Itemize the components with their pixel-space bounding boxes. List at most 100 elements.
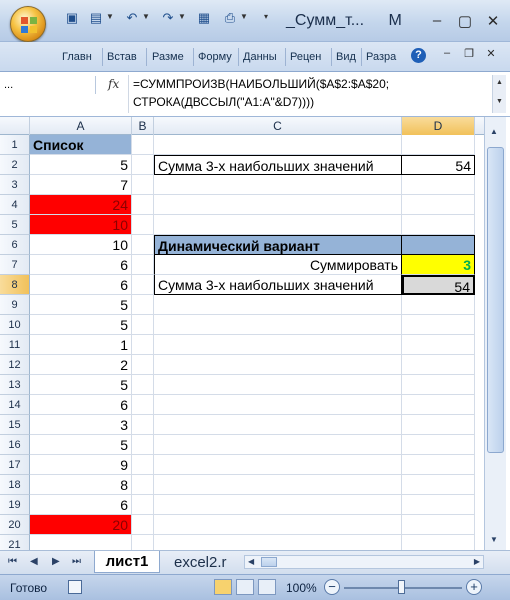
- cell-b13[interactable]: [132, 375, 154, 395]
- cell-d6[interactable]: [402, 235, 475, 255]
- chevron-down-icon[interactable]: ▼: [142, 12, 150, 21]
- row-header[interactable]: 4: [0, 195, 30, 215]
- cell-c21[interactable]: [154, 535, 402, 550]
- cell-d10[interactable]: [402, 315, 475, 335]
- cell-d1[interactable]: [402, 135, 475, 155]
- cell-d19[interactable]: [402, 495, 475, 515]
- cell-d12[interactable]: [402, 355, 475, 375]
- cell-d5[interactable]: [402, 215, 475, 235]
- cell-d2[interactable]: 54: [402, 155, 475, 175]
- quick-print-icon[interactable]: ▤: [88, 10, 104, 26]
- save-icon[interactable]: ▣: [64, 10, 80, 26]
- row-header[interactable]: 11: [0, 335, 30, 355]
- row-header[interactable]: 17: [0, 455, 30, 475]
- chevron-down-icon[interactable]: ▼: [490, 535, 498, 544]
- row-header[interactable]: 6: [0, 235, 30, 255]
- cell-c4[interactable]: [154, 195, 402, 215]
- first-sheet-icon[interactable]: ⏮: [8, 556, 17, 567]
- cell-a19[interactable]: 6: [30, 495, 132, 515]
- cell-b1[interactable]: [132, 135, 154, 155]
- cell-d7[interactable]: 3: [402, 255, 475, 275]
- cell-b17[interactable]: [132, 455, 154, 475]
- cell-b20[interactable]: [132, 515, 154, 535]
- row-header[interactable]: 2: [0, 155, 30, 175]
- cell-a15[interactable]: 3: [30, 415, 132, 435]
- page-layout-view-button[interactable]: [236, 579, 254, 595]
- cell-a13[interactable]: 5: [30, 375, 132, 395]
- cell-a17[interactable]: 9: [30, 455, 132, 475]
- cell-c15[interactable]: [154, 415, 402, 435]
- cell-b6[interactable]: [132, 235, 154, 255]
- cell-d14[interactable]: [402, 395, 475, 415]
- normal-view-button[interactable]: [214, 579, 232, 595]
- tab-developer[interactable]: Разра: [366, 51, 402, 65]
- cell-c17[interactable]: [154, 455, 402, 475]
- vertical-scrollbar[interactable]: ▲ ▼: [484, 117, 506, 550]
- macro-record-icon[interactable]: [68, 580, 82, 594]
- cell-b9[interactable]: [132, 295, 154, 315]
- tab-formulas[interactable]: Форму: [198, 51, 234, 65]
- chevron-left-icon[interactable]: ◀: [248, 557, 254, 566]
- cell-b19[interactable]: [132, 495, 154, 515]
- formula-bar-scroll[interactable]: ▲ ▼: [492, 75, 506, 113]
- cell-a12[interactable]: 2: [30, 355, 132, 375]
- row-header[interactable]: 16: [0, 435, 30, 455]
- cell-c3[interactable]: [154, 175, 402, 195]
- chevron-down-icon[interactable]: ▼: [493, 98, 506, 105]
- chevron-down-icon[interactable]: ▼: [106, 12, 114, 21]
- cell-b18[interactable]: [132, 475, 154, 495]
- cell-b21[interactable]: [132, 535, 154, 550]
- cell-d17[interactable]: [402, 455, 475, 475]
- zoom-out-button[interactable]: −: [324, 579, 340, 595]
- cell-d4[interactable]: [402, 195, 475, 215]
- cell-d18[interactable]: [402, 475, 475, 495]
- row-header[interactable]: 13: [0, 375, 30, 395]
- cell-c18[interactable]: [154, 475, 402, 495]
- undo-icon[interactable]: ↶: [124, 10, 140, 26]
- chevron-up-icon[interactable]: ▲: [490, 127, 498, 136]
- cell-a9[interactable]: 5: [30, 295, 132, 315]
- row-header[interactable]: 18: [0, 475, 30, 495]
- cell-d11[interactable]: [402, 335, 475, 355]
- cell-c1[interactable]: [154, 135, 402, 155]
- cell-a21[interactable]: [30, 535, 132, 550]
- cell-c16[interactable]: [154, 435, 402, 455]
- minimize-workbook-button[interactable]: –: [440, 47, 454, 59]
- column-header-d[interactable]: D: [402, 117, 475, 135]
- row-header[interactable]: 21: [0, 535, 30, 550]
- cell-c13[interactable]: [154, 375, 402, 395]
- zoom-in-button[interactable]: +: [466, 579, 482, 595]
- row-header[interactable]: 7: [0, 255, 30, 275]
- tab-page-layout[interactable]: Разме: [152, 51, 188, 65]
- row-header[interactable]: 5: [0, 215, 30, 235]
- chevron-up-icon[interactable]: ▲: [493, 79, 506, 86]
- redo-icon[interactable]: ↷: [160, 10, 176, 26]
- row-header[interactable]: 15: [0, 415, 30, 435]
- cell-b12[interactable]: [132, 355, 154, 375]
- cell-a11[interactable]: 1: [30, 335, 132, 355]
- chevron-right-icon[interactable]: ▶: [474, 557, 480, 566]
- next-sheet-icon[interactable]: ▶: [52, 556, 60, 567]
- row-header[interactable]: 14: [0, 395, 30, 415]
- customize-toolbar-icon[interactable]: ▾: [264, 12, 268, 21]
- cell-d16[interactable]: [402, 435, 475, 455]
- scrollbar-thumb[interactable]: [487, 147, 504, 453]
- cell-b2[interactable]: [132, 155, 154, 175]
- cell-a5[interactable]: 10: [30, 215, 132, 235]
- minimize-button[interactable]: –: [428, 12, 446, 29]
- last-sheet-icon[interactable]: ⏭: [72, 556, 81, 567]
- cell-c2[interactable]: Сумма 3-х наибольших значений: [154, 155, 402, 175]
- cell-d21[interactable]: [402, 535, 475, 550]
- cell-a20[interactable]: 20: [30, 515, 132, 535]
- cell-a18[interactable]: 8: [30, 475, 132, 495]
- print-icon[interactable]: ⎙: [222, 10, 238, 26]
- cell-d8-selected[interactable]: 54: [402, 275, 475, 295]
- column-header-a[interactable]: A: [30, 117, 132, 135]
- cell-a2[interactable]: 5: [30, 155, 132, 175]
- cell-b16[interactable]: [132, 435, 154, 455]
- name-box[interactable]: ...: [0, 76, 96, 94]
- cell-d20[interactable]: [402, 515, 475, 535]
- tab-insert[interactable]: Встав: [107, 51, 141, 65]
- help-icon[interactable]: ?: [411, 48, 426, 63]
- row-header[interactable]: 12: [0, 355, 30, 375]
